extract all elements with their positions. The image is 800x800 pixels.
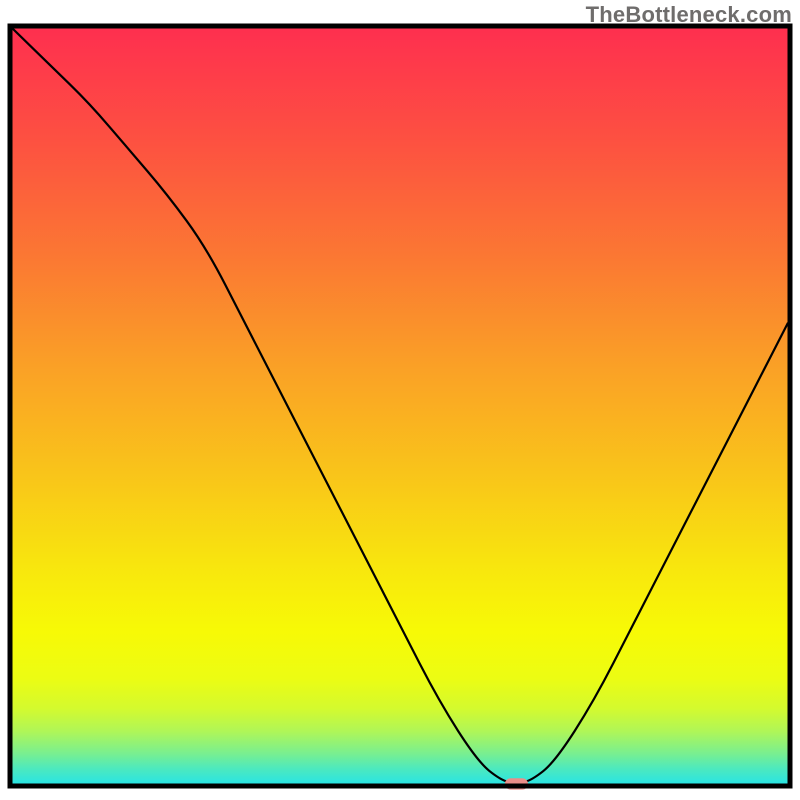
watermark-text: TheBottleneck.com bbox=[586, 2, 792, 28]
bottleneck-chart: TheBottleneck.com bbox=[0, 0, 800, 800]
gradient-background bbox=[12, 28, 788, 784]
plot-area bbox=[10, 26, 790, 790]
chart-svg bbox=[0, 0, 800, 800]
